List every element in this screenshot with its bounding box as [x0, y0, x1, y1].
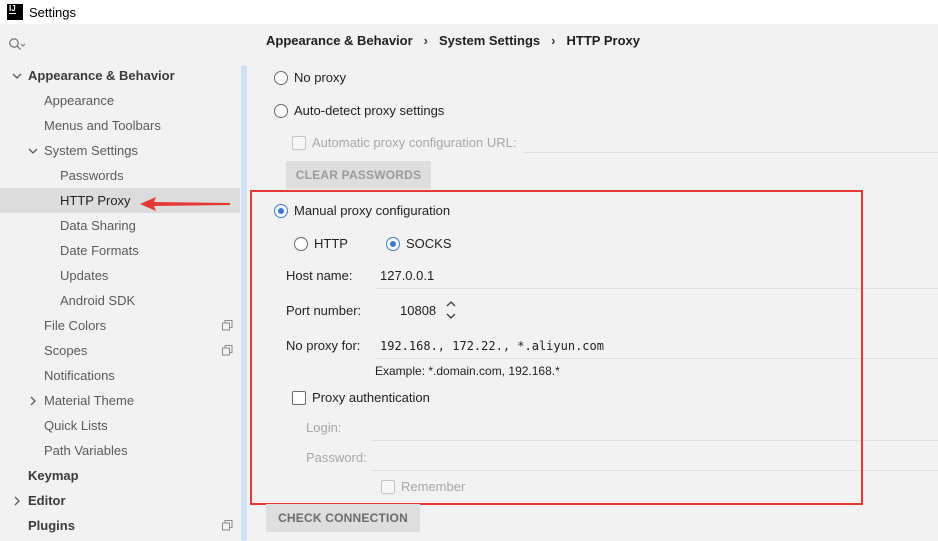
annotation-arrow-icon [140, 197, 230, 211]
sidebar-item-label: Notifications [44, 368, 115, 383]
sidebar-item-keymap[interactable]: Keymap [0, 463, 240, 488]
breadcrumb-item[interactable]: Appearance & Behavior [266, 33, 413, 48]
sidebar-item-file-colors[interactable]: File Colors [0, 313, 240, 338]
title-bar: IJ Settings [0, 0, 938, 24]
sidebar-item-label: Editor [28, 493, 66, 508]
sidebar-item-system-settings[interactable]: System Settings [0, 138, 240, 163]
sidebar-item-label: Scopes [44, 343, 88, 358]
breadcrumb-separator-icon: › [423, 33, 429, 48]
auto-config-url-checkbox[interactable] [292, 136, 306, 150]
chevron-right-icon[interactable] [28, 396, 38, 406]
chevron-down-icon[interactable] [28, 146, 38, 156]
sidebar-item-material-theme[interactable]: Material Theme [0, 388, 240, 413]
search-icon [9, 38, 26, 50]
settings-search[interactable] [8, 36, 26, 52]
check-connection-button[interactable]: CHECK CONNECTION [266, 504, 420, 532]
sidebar-item-scopes[interactable]: Scopes [0, 338, 240, 363]
chevron-down-icon[interactable] [12, 71, 22, 81]
project-scope-icon [222, 520, 233, 531]
sidebar-item-label: File Colors [44, 318, 107, 333]
no-proxy-label[interactable]: No proxy [294, 70, 346, 85]
intellij-logo-icon: IJ [7, 4, 23, 20]
sidebar-item-passwords[interactable]: Passwords [0, 163, 240, 188]
sidebar-item-label: Data Sharing [60, 218, 136, 233]
sidebar-item-path-variables[interactable]: Path Variables [0, 438, 240, 463]
sidebar-item-label: HTTP Proxy [60, 193, 131, 208]
sidebar-item-updates[interactable]: Updates [0, 263, 240, 288]
breadcrumb-separator-icon: › [551, 33, 556, 48]
sidebar-item-label: System Settings [44, 143, 138, 158]
clear-passwords-button[interactable]: CLEAR PASSWORDS [286, 161, 431, 189]
sidebar-item-android-sdk[interactable]: Android SDK [0, 288, 240, 313]
sidebar-item-label: Passwords [60, 168, 124, 183]
auto-detect-radio[interactable] [274, 104, 288, 118]
project-scope-icon [222, 320, 233, 331]
project-scope-icon [222, 345, 233, 356]
sidebar-item-appearance-behavior[interactable]: Appearance & Behavior [0, 63, 240, 88]
annotation-highlight-box [250, 190, 863, 505]
sidebar-item-label: Keymap [28, 468, 79, 483]
sidebar-item-date-formats[interactable]: Date Formats [0, 238, 240, 263]
auto-config-url-label: Automatic proxy configuration URL: [312, 135, 517, 150]
auto-config-url-input[interactable] [524, 152, 938, 153]
settings-sidebar: Appearance & Behavior Appearance Menus a… [0, 24, 247, 541]
sidebar-item-quick-lists[interactable]: Quick Lists [0, 413, 240, 438]
sidebar-item-label: Updates [60, 268, 109, 283]
window-title: Settings [29, 4, 76, 20]
sidebar-item-appearance[interactable]: Appearance [0, 88, 240, 113]
sidebar-item-label: Date Formats [60, 243, 139, 258]
sidebar-item-label: Appearance & Behavior [28, 68, 175, 83]
breadcrumb: Appearance & Behavior › System Settings … [266, 33, 640, 48]
sidebar-item-label: Android SDK [60, 293, 136, 308]
sidebar-item-data-sharing[interactable]: Data Sharing [0, 213, 240, 238]
auto-detect-label[interactable]: Auto-detect proxy settings [294, 103, 444, 118]
breadcrumb-item[interactable]: System Settings [439, 33, 540, 48]
sidebar-item-plugins[interactable]: Plugins [0, 513, 240, 538]
sidebar-item-label: Path Variables [44, 443, 128, 458]
sidebar-item-label: Plugins [28, 518, 75, 533]
sidebar-item-label: Material Theme [44, 393, 135, 408]
chevron-right-icon[interactable] [12, 496, 22, 506]
sidebar-item-notifications[interactable]: Notifications [0, 363, 240, 388]
sidebar-item-editor[interactable]: Editor [0, 488, 240, 513]
sidebar-item-label: Quick Lists [44, 418, 108, 433]
sidebar-item-label: Menus and Toolbars [44, 118, 161, 133]
no-proxy-radio[interactable] [274, 71, 288, 85]
sidebar-item-label: Appearance [44, 93, 115, 108]
breadcrumb-item: HTTP Proxy [566, 33, 640, 48]
sidebar-item-menus-toolbars[interactable]: Menus and Toolbars [0, 113, 240, 138]
